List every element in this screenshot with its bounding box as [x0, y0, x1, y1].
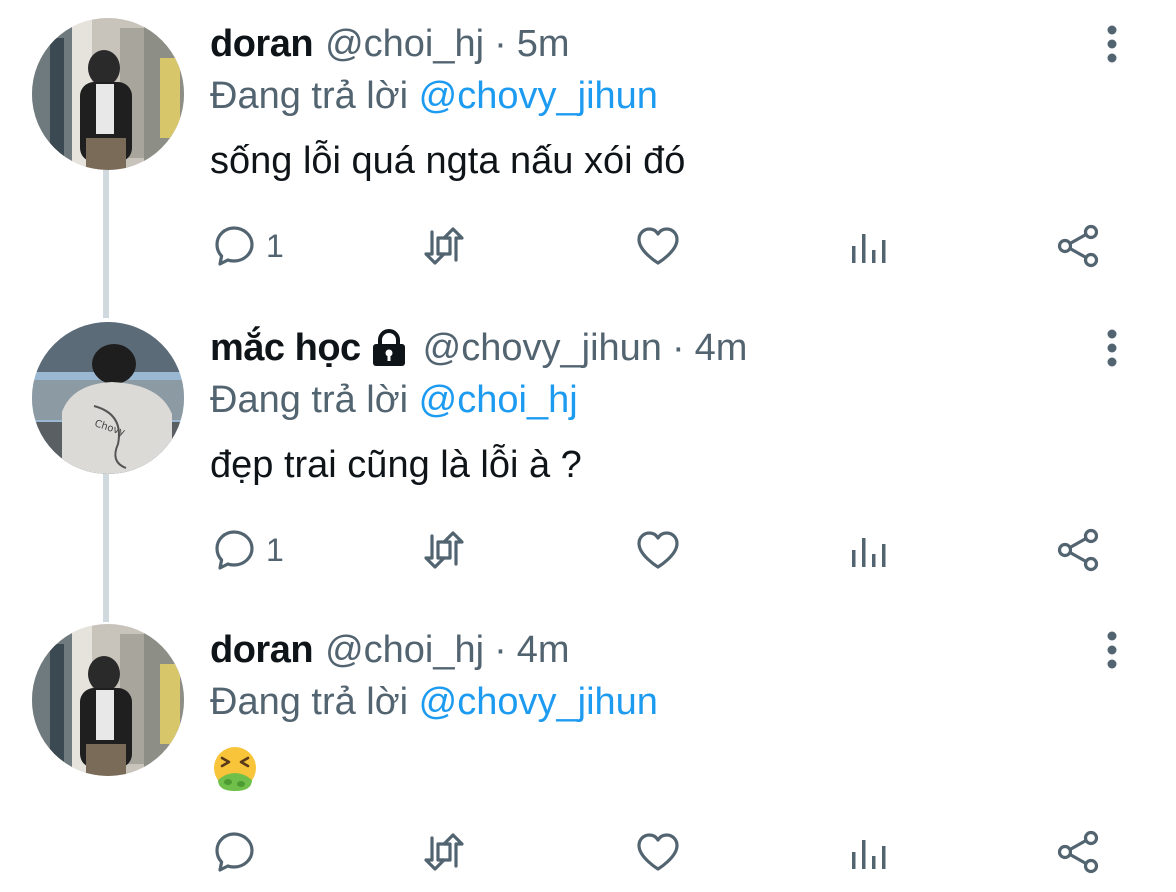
- avatar-photo: Chovy: [32, 322, 184, 474]
- replying-to: Đang trả lời @chovy_jihun: [210, 680, 658, 724]
- reply-button[interactable]: [212, 824, 266, 880]
- replying-to-mention[interactable]: @chovy_jihun: [419, 75, 658, 117]
- lock-icon: [372, 329, 405, 366]
- nauseated-face-icon: [214, 747, 256, 791]
- user-handle[interactable]: @choi_hj: [325, 22, 484, 66]
- retweet-button[interactable]: [420, 824, 468, 880]
- timestamp[interactable]: 4m: [695, 326, 748, 370]
- replying-to-label: Đang trả lời: [210, 681, 409, 723]
- like-button[interactable]: [634, 218, 682, 274]
- share-button[interactable]: [1054, 522, 1102, 578]
- like-button[interactable]: [634, 824, 682, 880]
- share-button[interactable]: [1054, 824, 1102, 880]
- tweet[interactable]: Chovy mắc học @chovy_jihun · 4m Đang trả…: [0, 304, 1176, 610]
- retweet-icon: [424, 227, 464, 265]
- avatar[interactable]: Chovy: [32, 322, 184, 474]
- reply-button[interactable]: 1: [212, 218, 284, 274]
- analytics-button[interactable]: [846, 218, 894, 274]
- replying-to-mention[interactable]: @choi_hj: [419, 379, 578, 421]
- analytics-button[interactable]: [846, 522, 894, 578]
- reply-button[interactable]: 1: [212, 522, 284, 578]
- tweet-actions: [0, 824, 1176, 884]
- more-vertical-icon[interactable]: [1100, 20, 1124, 68]
- analytics-icon: [852, 538, 886, 567]
- separator-dot: ·: [494, 629, 507, 671]
- reply-count: 1: [266, 531, 284, 568]
- retweet-icon: [424, 833, 464, 871]
- more-vertical-icon[interactable]: [1100, 324, 1124, 372]
- avatar-photo: [32, 18, 184, 170]
- display-name[interactable]: doran: [210, 22, 314, 66]
- heart-icon: [637, 531, 679, 569]
- retweet-icon: [424, 531, 464, 569]
- reply-count: 1: [266, 227, 284, 264]
- heart-icon: [637, 227, 679, 265]
- tweet-header: doran @choi_hj · 4m: [210, 628, 570, 672]
- retweet-button[interactable]: [420, 522, 468, 578]
- replying-to-mention[interactable]: @chovy_jihun: [419, 681, 658, 723]
- display-name[interactable]: mắc học: [210, 326, 361, 370]
- replying-to-label: Đang trả lời: [210, 379, 409, 421]
- share-button[interactable]: [1054, 218, 1102, 274]
- tweet-actions: 1: [0, 522, 1176, 582]
- heart-icon: [637, 833, 679, 871]
- timestamp[interactable]: 4m: [517, 628, 570, 672]
- analytics-icon: [852, 234, 886, 263]
- separator-dot: ·: [671, 327, 685, 369]
- avatar[interactable]: [32, 624, 184, 776]
- share-icon: [1057, 830, 1099, 874]
- replying-to-label: Đang trả lời: [210, 75, 409, 117]
- tweet-header: doran @choi_hj · 5m: [210, 22, 570, 66]
- retweet-button[interactable]: [420, 218, 468, 274]
- share-icon: [1057, 528, 1099, 572]
- reply-icon: [215, 832, 254, 872]
- replying-to: Đang trả lời @chovy_jihun: [210, 74, 658, 118]
- user-handle[interactable]: @choi_hj: [325, 628, 484, 672]
- tweet[interactable]: doran @choi_hj · 4m Đang trả lời @chovy_…: [0, 606, 1176, 892]
- timestamp[interactable]: 5m: [517, 22, 570, 66]
- tweet-text: đẹp trai cũng là lỗi à ?: [210, 444, 582, 486]
- share-icon: [1057, 224, 1099, 268]
- like-button[interactable]: [634, 522, 682, 578]
- separator-dot: ·: [494, 23, 507, 65]
- display-name[interactable]: doran: [210, 628, 314, 672]
- avatar[interactable]: [32, 18, 184, 170]
- tweet[interactable]: doran @choi_hj · 5m Đang trả lời @chovy_…: [0, 0, 1176, 306]
- tweet-header: mắc học @chovy_jihun · 4m: [210, 326, 747, 370]
- replying-to: Đang trả lời @choi_hj: [210, 378, 578, 422]
- analytics-button[interactable]: [846, 824, 894, 880]
- more-vertical-icon[interactable]: [1100, 626, 1124, 674]
- user-handle[interactable]: @chovy_jihun: [423, 326, 662, 370]
- tweet-actions: 1: [0, 218, 1176, 278]
- tweet-text: sống lỗi quá ngta nấu xói đó: [210, 140, 686, 182]
- reply-icon: [215, 226, 254, 266]
- analytics-icon: [852, 840, 886, 869]
- reply-icon: [215, 530, 254, 570]
- avatar-photo: [32, 624, 184, 776]
